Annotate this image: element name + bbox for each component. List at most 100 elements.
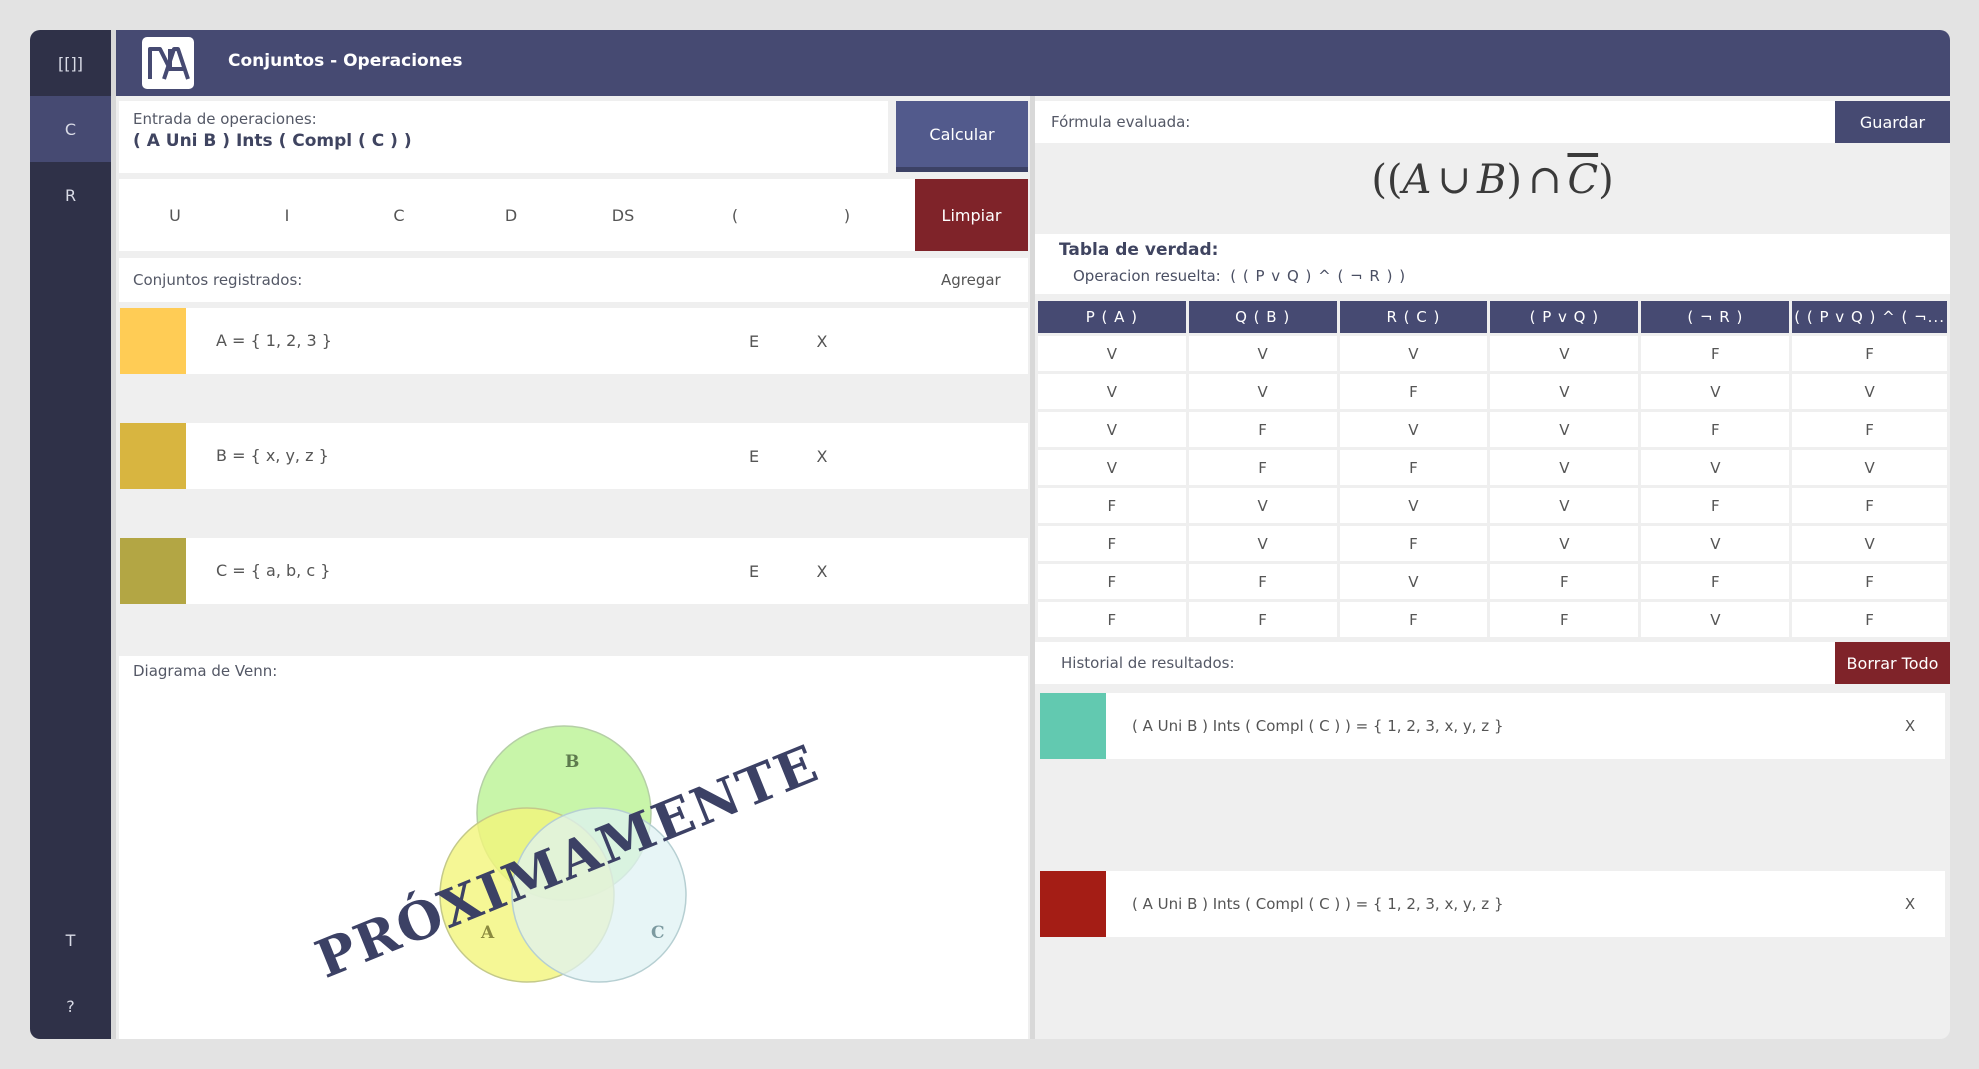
- clear-button[interactable]: Limpiar: [915, 179, 1028, 251]
- set-color-swatch: [120, 538, 186, 604]
- delete-set-button[interactable]: X: [802, 423, 842, 489]
- formula-part: B: [1476, 157, 1507, 203]
- sidebar: [[]] C R T ?: [30, 30, 111, 1039]
- truth-table-cell: V: [1188, 526, 1337, 561]
- delete-set-button[interactable]: X: [802, 538, 842, 604]
- truth-table-cell: F: [1792, 336, 1947, 371]
- operator-complement-button[interactable]: C: [343, 179, 455, 251]
- truth-table-cell: V: [1490, 450, 1639, 485]
- history-color-swatch: [1040, 693, 1106, 759]
- truth-table-cell: F: [1792, 602, 1947, 637]
- truth-table-cell: F: [1792, 564, 1947, 599]
- truth-table-cell: V: [1641, 526, 1790, 561]
- operation-input-panel: Entrada de operaciones: ( A Uni B ) Ints…: [119, 101, 888, 173]
- sidebar-item-t[interactable]: T: [30, 907, 111, 973]
- truth-table-cell: F: [1038, 526, 1186, 561]
- history-result: ( A Uni B ) Ints ( Compl ( C ) ) = { 1, …: [1132, 895, 1504, 913]
- truth-table-cell: F: [1641, 412, 1790, 447]
- truth-table-cell: V: [1339, 412, 1488, 447]
- operation-input[interactable]: ( A Uni B ) Ints ( Compl ( C ) ): [133, 131, 412, 151]
- truth-table-cell: V: [1038, 412, 1186, 447]
- history-header: Historial de resultados:: [1035, 642, 1865, 684]
- set-definition: A = { 1, 2, 3 }: [216, 331, 332, 350]
- truth-table-cell: F: [1641, 336, 1790, 371]
- set-color-swatch: [120, 308, 186, 374]
- operator-difference-button[interactable]: D: [455, 179, 567, 251]
- set-color-swatch: [120, 423, 186, 489]
- formula-part: C: [1567, 157, 1599, 203]
- sidebar-item-relaciones[interactable]: R: [30, 162, 111, 228]
- operator-close-paren-button[interactable]: ): [791, 179, 903, 251]
- truth-table-cell: V: [1792, 450, 1947, 485]
- truth-table-column-header: ( ¬ R ): [1641, 301, 1790, 333]
- operator-open-paren-button[interactable]: (: [679, 179, 791, 251]
- truth-table-cell: V: [1490, 488, 1639, 523]
- table-row: VFFVVV: [1038, 450, 1947, 485]
- sidebar-item-label: C: [64, 119, 77, 139]
- truth-table-cell: V: [1038, 336, 1186, 371]
- truth-table-cell: V: [1339, 336, 1488, 371]
- table-row: FFVFFF: [1038, 564, 1947, 599]
- history-item: ( A Uni B ) Ints ( Compl ( C ) ) = { 1, …: [1040, 871, 1945, 937]
- venn-label-b: B: [565, 752, 579, 772]
- truth-table-title: Tabla de verdad:: [1059, 240, 1219, 260]
- truth-table-cell: F: [1339, 450, 1488, 485]
- sidebar-item-label: T: [65, 930, 76, 950]
- operator-bar: U I C D DS ( ): [119, 179, 1028, 251]
- operation-input-label: Entrada de operaciones:: [133, 110, 317, 128]
- formula-part: ∩: [1527, 157, 1562, 203]
- truth-table-cell: V: [1490, 336, 1639, 371]
- sidebar-item-home[interactable]: [[]]: [30, 30, 111, 96]
- solved-operation: Operacion resuelta: ( ( P v Q ) ^ ( ¬ R …: [1073, 267, 1406, 285]
- edit-set-button[interactable]: E: [734, 308, 774, 374]
- truth-table-cell: F: [1792, 488, 1947, 523]
- truth-table-cell: F: [1490, 564, 1639, 599]
- table-row: FFFFVF: [1038, 602, 1947, 637]
- truth-table-column-header: ( P v Q ): [1490, 301, 1639, 333]
- truth-table-cell: V: [1641, 450, 1790, 485]
- page-title: Conjuntos - Operaciones: [228, 51, 463, 71]
- clear-history-button[interactable]: Borrar Todo: [1835, 642, 1950, 684]
- truth-table-column-header: R ( C ): [1339, 301, 1488, 333]
- delete-set-button[interactable]: X: [802, 308, 842, 374]
- truth-table-cell: F: [1339, 374, 1488, 409]
- truth-table: P ( A ) Q ( B ) R ( C )( P v Q )( ¬ R )( (…: [1035, 298, 1950, 640]
- table-row: VVVVFF: [1038, 336, 1947, 371]
- formula-expression: ((A ∪ B) ∩ C): [1035, 157, 1950, 203]
- calculate-button[interactable]: Calcular: [896, 101, 1028, 172]
- truth-table-cell: F: [1490, 602, 1639, 637]
- history-color-swatch: [1040, 871, 1106, 937]
- operator-union-button[interactable]: U: [119, 179, 231, 251]
- truth-table-cell: F: [1641, 564, 1790, 599]
- history-title: Historial de resultados:: [1061, 654, 1235, 672]
- sidebar-item-help[interactable]: ?: [30, 973, 111, 1039]
- operator-symdiff-button[interactable]: DS: [567, 179, 679, 251]
- edit-set-button[interactable]: E: [734, 538, 774, 604]
- truth-table-cell: F: [1188, 412, 1337, 447]
- sidebar-divider: [111, 30, 116, 1039]
- truth-table-cell: F: [1339, 602, 1488, 637]
- edit-set-button[interactable]: E: [734, 423, 774, 489]
- set-row: C = { a, b, c } E X: [120, 538, 1028, 604]
- app-logo-icon: [142, 37, 194, 89]
- delete-history-button[interactable]: X: [1890, 871, 1930, 937]
- save-button[interactable]: Guardar: [1835, 101, 1950, 143]
- truth-table-cell: F: [1339, 526, 1488, 561]
- truth-table-cell: V: [1490, 526, 1639, 561]
- truth-table-cell: V: [1038, 374, 1186, 409]
- solved-operation-expr: ( ( P v Q ) ^ ( ¬ R ) ): [1230, 267, 1407, 285]
- truth-table-header: Tabla de verdad: Operacion resuelta: ( (…: [1035, 234, 1950, 294]
- truth-table-cell: V: [1641, 374, 1790, 409]
- operator-intersection-button[interactable]: I: [231, 179, 343, 251]
- history-result: ( A Uni B ) Ints ( Compl ( C ) ) = { 1, …: [1132, 717, 1504, 735]
- truth-table-cell: F: [1038, 602, 1186, 637]
- venn-label-c: C: [651, 923, 665, 943]
- truth-table-cell: V: [1188, 336, 1337, 371]
- truth-table-cell: V: [1641, 602, 1790, 637]
- table-row: FVVVFF: [1038, 488, 1947, 523]
- sidebar-item-conjuntos[interactable]: C: [30, 96, 111, 162]
- sidebar-item-label: [[]]: [58, 53, 83, 73]
- set-definition: B = { x, y, z }: [216, 446, 329, 465]
- add-set-button[interactable]: Agregar: [941, 258, 1001, 302]
- delete-history-button[interactable]: X: [1890, 693, 1930, 759]
